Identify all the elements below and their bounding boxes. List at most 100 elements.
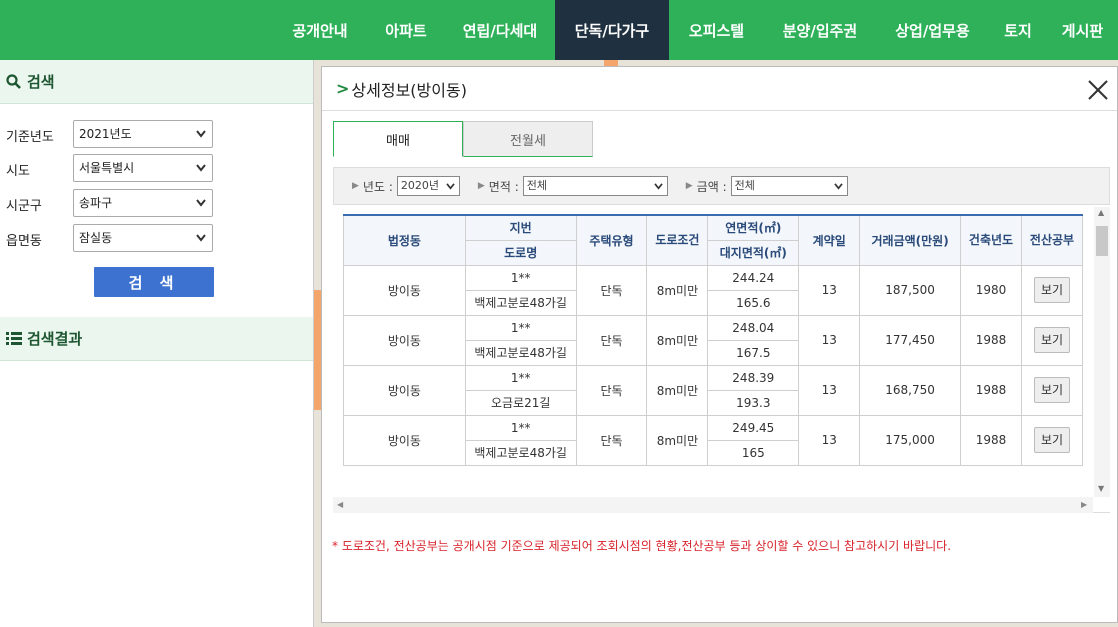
col-dong: 법정동 [343,214,466,266]
cell-land-area: 165 [707,439,800,466]
cell-jibun: 1** [464,264,577,291]
triangle-right-icon: ▶ [477,181,485,191]
nav-item-land[interactable]: 토지 [989,0,1047,60]
search-button[interactable]: 검 색 [94,267,214,297]
cell-jibun: 1** [464,314,577,341]
nav-item-row-house[interactable]: 연립/다세대 [445,0,555,60]
modal-title: 상세정보(방이동) [351,80,467,100]
detail-modal: > 상세정보(방이동) 매매 전월세 ▶ 년도 : 2020년 ▶ 면적 : 전… [321,66,1118,623]
view-button[interactable]: 보기 [1033,377,1070,403]
cell-jibun: 1** [464,414,577,441]
nav-item-public-info[interactable]: 공개안내 [273,0,367,60]
nav-item-board[interactable]: 게시판 [1047,0,1118,60]
sido-select[interactable]: 서울특별시 [73,154,213,182]
table-row: 방이동 1** 단독 8m미만 249.45 13 175,000 1988 보… [343,414,1084,466]
cell-ledger: 보기 [1020,414,1084,466]
disclaimer-note: * 도로조건, 전산공부는 공개시점 기준으로 제공되어 조회시점의 현황,전산… [332,539,952,553]
cell-road: 백제고분로48가길 [464,289,577,316]
close-icon[interactable] [1087,79,1109,101]
nav-item-presale[interactable]: 분양/입주권 [764,0,876,60]
cell-dong: 방이동 [343,364,466,416]
horizontal-scrollbar[interactable]: ◀ ▶ [333,497,1093,513]
chevron-down-icon [446,183,455,190]
view-button[interactable]: 보기 [1033,427,1070,453]
eupmyeondong-row: 읍면동 잠실동 [0,224,314,252]
col-built-year: 건축년도 [960,214,1022,266]
sigungu-select[interactable]: 송파구 [73,189,213,217]
list-icon [6,331,22,345]
sido-row: 시도 서울특별시 [0,154,314,182]
cell-year: 1988 [960,314,1022,366]
cell-road-cond: 8m미만 [646,364,709,416]
cell-floor-area: 248.04 [707,314,800,341]
cell-dong: 방이동 [343,314,466,366]
table-wrapper: 법정동 지번 주택유형 도로조건 연면적(㎡) 계약일 거래금액(만원) 건축년… [333,207,1110,513]
cell-ledger: 보기 [1020,314,1084,366]
search-icon [6,73,21,89]
modal-header: > 상세정보(방이동) [322,67,1117,111]
scroll-up-icon[interactable]: ▲ [1098,209,1106,217]
chevron-right-icon: > [336,79,350,98]
col-floor-area: 연면적(㎡) [707,214,800,241]
col-road: 도로명 [464,239,577,266]
nav-item-officetel[interactable]: 오피스텔 [669,0,764,60]
cell-type: 단독 [575,264,648,316]
nav-items: 공개안내 아파트 연립/다세대 단독/다가구 오피스텔 분양/입주권 상업/업무… [273,0,1118,60]
table-row: 방이동 1** 단독 8m미만 248.39 13 168,750 1988 보… [343,364,1084,416]
cell-road: 백제고분로48가길 [464,339,577,366]
cell-year: 1988 [960,414,1022,466]
scroll-down-icon[interactable]: ▼ [1098,485,1106,493]
year-filter-select[interactable]: 2020년 [396,176,460,196]
view-button[interactable]: 보기 [1033,327,1070,353]
eupmyeondong-select[interactable]: 잠실동 [73,224,213,252]
area-filter-label: 면적 : [488,179,519,194]
area-filter-select[interactable]: 전체 [522,176,668,196]
cell-ledger: 보기 [1020,364,1084,416]
area-filter-value: 전체 [526,179,547,192]
cell-ledger: 보기 [1020,264,1084,316]
chevron-down-icon [196,164,206,172]
cell-road: 백제고분로48가길 [464,439,577,466]
triangle-right-icon: ▶ [352,181,359,191]
sido-label: 시도 [6,164,30,179]
tab-rent[interactable]: 전월세 [463,121,593,157]
scroll-left-icon[interactable]: ◀ [337,500,343,509]
sigungu-label: 시군구 [6,199,42,214]
year-filter-value: 2020년 [400,179,439,192]
chevron-down-icon [196,234,206,242]
cell-day: 13 [798,314,861,366]
col-price: 거래금액(만원) [859,214,962,266]
year-label: 기준년도 [6,130,54,145]
area-filter: ▶ 면적 : 전체 [478,176,668,196]
scroll-thumb[interactable] [1096,226,1108,256]
vertical-scrollbar[interactable]: ▲ ▼ [1094,207,1110,497]
tab-bar: 매매 전월세 [333,121,593,157]
table-row: 방이동 1** 단독 8m미만 248.04 13 177,450 1988 보… [343,314,1084,366]
year-select[interactable]: 2021년도 [73,120,213,148]
cell-price: 175,000 [859,414,962,466]
tab-sale[interactable]: 매매 [333,121,463,157]
nav-item-commercial[interactable]: 상업/업무용 [876,0,989,60]
amount-filter-select[interactable]: 전체 [730,176,848,196]
cell-price: 187,500 [859,264,962,316]
cell-road-cond: 8m미만 [646,264,709,316]
cell-land-area: 193.3 [707,389,800,416]
col-contract-day: 계약일 [798,214,861,266]
col-land-area: 대지면적(㎡) [707,239,800,266]
cell-type: 단독 [575,364,648,416]
nav-item-detached-house[interactable]: 단독/다가구 [555,0,669,60]
view-button[interactable]: 보기 [1033,277,1070,303]
cell-type: 단독 [575,314,648,366]
cell-land-area: 167.5 [707,339,800,366]
sido-select-value: 서울특별시 [79,161,135,175]
results-header: 검색결과 [0,317,313,361]
cell-land-area: 165.6 [707,289,800,316]
col-jibun: 지번 [464,214,577,241]
cell-floor-area: 248.39 [707,364,800,391]
chevron-down-icon [196,130,206,138]
chevron-down-icon [654,183,663,190]
cell-price: 177,450 [859,314,962,366]
nav-item-apartment[interactable]: 아파트 [367,0,445,60]
scroll-right-icon[interactable]: ▶ [1081,500,1087,509]
cell-jibun: 1** [464,364,577,391]
